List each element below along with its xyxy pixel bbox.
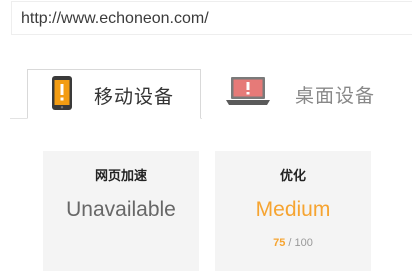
mobile-phone-icon xyxy=(52,76,72,114)
tab-mobile[interactable]: 移动设备 xyxy=(27,69,201,119)
tab-desktop[interactable]: 桌面设备 xyxy=(202,69,412,119)
speed-card-value: Unavailable xyxy=(66,198,176,221)
url-bar[interactable]: http://www.echoneon.com/ xyxy=(11,1,412,35)
optimization-card-title: 优化 xyxy=(279,169,306,184)
speed-card-title: 网页加速 xyxy=(94,169,147,184)
optimization-score: 75 / 100 xyxy=(215,237,371,249)
speed-card: 网页加速 Unavailable xyxy=(43,151,199,271)
score-value: 75 xyxy=(273,237,286,249)
tab-desktop-label: 桌面设备 xyxy=(295,85,376,107)
optimization-card: 优化 Medium 75 / 100 xyxy=(215,151,371,271)
score-max: 100 xyxy=(294,237,313,249)
optimization-card-value: Medium xyxy=(255,198,331,221)
url-text: http://www.echoneon.com/ xyxy=(21,10,209,27)
tab-mobile-label: 移动设备 xyxy=(94,86,175,108)
laptop-icon xyxy=(226,77,270,111)
score-separator: / xyxy=(285,237,295,249)
